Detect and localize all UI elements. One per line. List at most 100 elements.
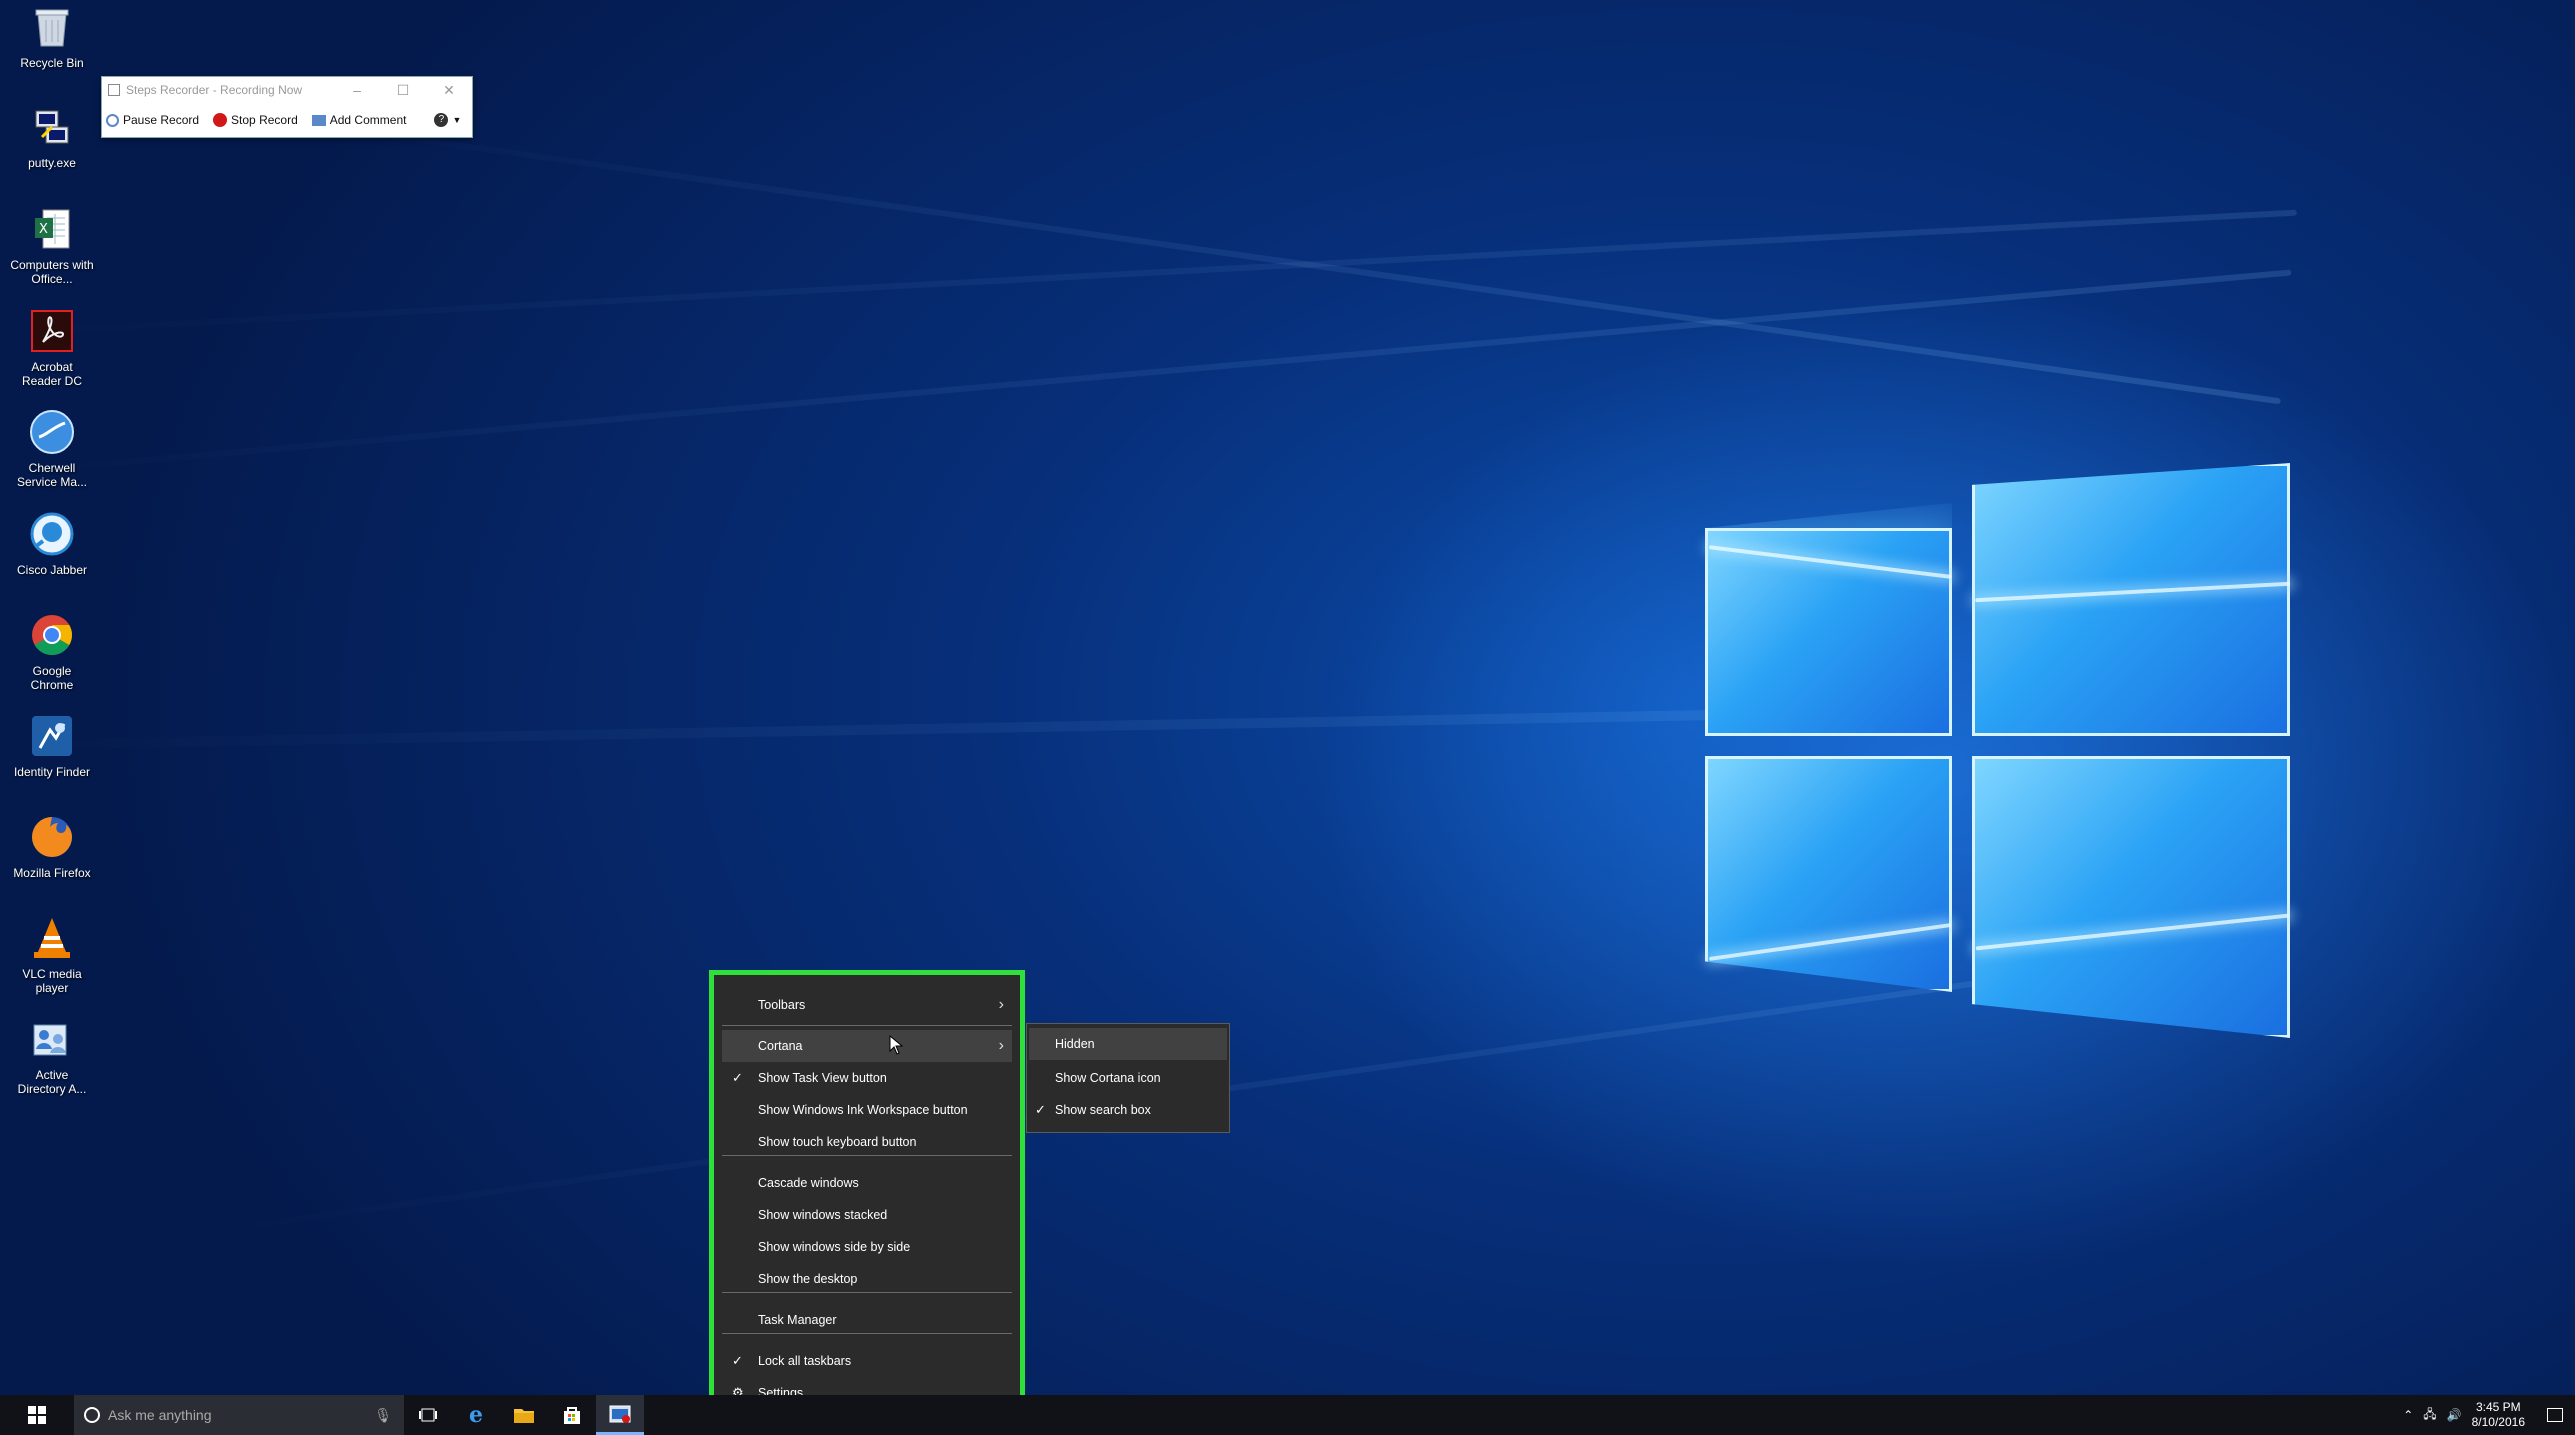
menu-item-cortana-hidden[interactable]: Hidden — [1029, 1028, 1227, 1060]
menu-item-label: Show Cortana icon — [1055, 1071, 1161, 1085]
taskbar-file-explorer[interactable] — [500, 1395, 548, 1435]
taskbar-context-menu: Toolbars › Cortana › ✓ Show Task View bu… — [709, 970, 1025, 1412]
windows-start-icon — [28, 1406, 46, 1424]
desktop-icon-label: Computers with Office... — [10, 258, 94, 286]
steps-recorder-window[interactable]: Steps Recorder - Recording Now – ☐ ✕ Pau… — [101, 76, 473, 138]
desktop-icon-recycle-bin[interactable]: Recycle Bin — [10, 2, 94, 70]
search-placeholder: Ask me anything — [108, 1407, 212, 1423]
desktop-icon-excel[interactable]: X Computers with Office... — [10, 204, 94, 286]
menu-item-lock-taskbars[interactable]: ✓ Lock all taskbars — [722, 1345, 1012, 1377]
taskbar-steps-recorder[interactable] — [596, 1395, 644, 1435]
clock[interactable]: 3:45 PM 8/10/2016 — [2472, 1400, 2525, 1430]
cortana-search-box[interactable]: Ask me anything 🎙 — [74, 1395, 404, 1435]
desktop-icon-firefox[interactable]: Mozilla Firefox — [10, 812, 94, 880]
help-button[interactable]: ? ▼ — [434, 113, 461, 127]
network-icon[interactable]: 🖧 — [2423, 1405, 2436, 1426]
light-ray — [0, 269, 2292, 476]
desktop-icon-jabber[interactable]: Cisco Jabber — [10, 509, 94, 577]
light-ray — [199, 937, 2280, 1236]
cherwell-icon — [27, 407, 77, 457]
add-comment-button[interactable]: Add Comment — [311, 113, 406, 127]
desktop-icon-label: Cisco Jabber — [16, 563, 88, 577]
task-view-icon — [419, 1408, 437, 1422]
menu-item-label: Cascade windows — [758, 1176, 859, 1190]
menu-item-task-manager[interactable]: Task Manager — [722, 1304, 1012, 1336]
menu-item-label: Toolbars — [758, 998, 806, 1012]
checkmark-icon: ✓ — [732, 1353, 743, 1368]
task-view-button[interactable] — [404, 1395, 452, 1435]
clock-time: 3:45 PM — [2475, 1400, 2521, 1414]
desktop-icon-acrobat[interactable]: Acrobat Reader DC — [10, 306, 94, 388]
menu-item-label: Show the desktop — [758, 1272, 858, 1286]
desktop[interactable]: Recycle Bin putty.exe X Computers with O… — [0, 0, 2575, 1435]
menu-item-label: Show Task View button — [758, 1071, 887, 1085]
acrobat-icon — [27, 306, 77, 356]
firefox-icon — [27, 812, 77, 862]
menu-item-label: Hidden — [1055, 1037, 1095, 1051]
menu-item-cascade-windows[interactable]: Cascade windows — [722, 1167, 1012, 1199]
desktop-icon-identity-finder[interactable]: Identity Finder — [10, 711, 94, 779]
taskbar-edge[interactable]: e — [452, 1395, 500, 1435]
menu-item-show-ink-workspace[interactable]: Show Windows Ink Workspace button — [722, 1094, 1012, 1126]
taskbar-store[interactable] — [548, 1395, 596, 1435]
desktop-icon-label: Identity Finder — [13, 765, 91, 779]
desktop-icon-active-directory[interactable]: Active Directory A... — [10, 1014, 94, 1096]
desktop-icon-cherwell[interactable]: Cherwell Service Ma... — [10, 407, 94, 489]
close-icon[interactable]: ✕ — [426, 82, 472, 99]
clock-date: 8/10/2016 — [2471, 1415, 2525, 1429]
comment-icon — [311, 114, 326, 126]
pause-record-button[interactable]: Pause Record — [106, 113, 199, 127]
desktop-icon-chrome[interactable]: Google Chrome — [10, 610, 94, 692]
steps-recorder-titlebar[interactable]: Steps Recorder - Recording Now – ☐ ✕ — [102, 77, 472, 103]
steps-recorder-app-icon — [108, 84, 120, 96]
desktop-icon-label: Acrobat Reader DC — [21, 360, 83, 388]
cortana-submenu: Hidden Show Cortana icon ✓ Show search b… — [1026, 1023, 1230, 1133]
chevron-right-icon: › — [998, 996, 1004, 1013]
mouse-cursor-icon — [889, 1034, 904, 1059]
menu-item-label: Show Windows Ink Workspace button — [758, 1103, 968, 1117]
light-ray — [0, 209, 2298, 336]
taskbar[interactable]: Ask me anything 🎙 e ⌃ 🖧 🔊 3:45 PM 8/10/2… — [0, 1395, 2575, 1435]
menu-item-windows-side-by-side[interactable]: Show windows side by side — [722, 1231, 1012, 1263]
steps-recorder-title: Steps Recorder - Recording Now — [126, 83, 303, 97]
menu-item-show-search-box[interactable]: ✓ Show search box — [1029, 1094, 1227, 1126]
minimize-icon[interactable]: – — [334, 82, 380, 99]
desktop-icon-label: putty.exe — [28, 156, 76, 170]
stop-record-icon — [213, 113, 228, 127]
menu-item-show-task-view[interactable]: ✓ Show Task View button — [722, 1062, 1012, 1094]
stop-record-button[interactable]: Stop Record — [213, 113, 298, 127]
menu-item-windows-stacked[interactable]: Show windows stacked — [722, 1199, 1012, 1231]
desktop-icon-vlc[interactable]: VLC media player — [10, 913, 94, 995]
desktop-icon-label: Recycle Bin — [20, 56, 84, 70]
desktop-icon-label: Google Chrome — [30, 664, 74, 692]
menu-separator — [722, 1333, 1012, 1334]
menu-item-label: Show windows side by side — [758, 1240, 911, 1254]
maximize-icon[interactable]: ☐ — [380, 82, 426, 99]
action-center-icon[interactable] — [2547, 1408, 2563, 1422]
menu-separator — [722, 1292, 1012, 1293]
pause-icon — [106, 113, 119, 127]
menu-item-label: Show windows stacked — [758, 1208, 888, 1222]
volume-icon[interactable]: 🔊 — [2447, 1408, 2462, 1422]
excel-icon: X — [27, 204, 77, 254]
chevron-right-icon: › — [998, 1037, 1004, 1054]
menu-item-cortana[interactable]: Cortana › — [722, 1030, 1012, 1062]
menu-item-show-desktop[interactable]: Show the desktop — [722, 1263, 1012, 1295]
menu-item-label: Lock all taskbars — [758, 1354, 852, 1368]
steps-recorder-toolbar: Pause Record Stop Record Add Comment ? ▼ — [102, 103, 472, 137]
chevron-up-icon[interactable]: ⌃ — [2403, 1408, 2413, 1422]
active-directory-icon — [27, 1014, 77, 1064]
vlc-icon — [27, 913, 77, 963]
desktop-icon-label: VLC media player — [22, 967, 82, 995]
menu-item-label: Cortana — [758, 1039, 803, 1053]
microphone-icon[interactable]: 🎙 — [374, 1407, 392, 1424]
system-tray: ⌃ 🖧 🔊 3:45 PM 8/10/2016 — [2403, 1400, 2575, 1430]
desktop-icon-putty[interactable]: putty.exe — [10, 102, 94, 170]
menu-item-show-cortana-icon[interactable]: Show Cortana icon — [1029, 1062, 1227, 1094]
svg-text:X: X — [39, 222, 48, 237]
start-button[interactable] — [0, 1395, 74, 1435]
menu-separator — [722, 1155, 1012, 1156]
menu-item-show-touch-keyboard[interactable]: Show touch keyboard button — [722, 1126, 1012, 1158]
menu-item-toolbars[interactable]: Toolbars › — [722, 989, 1012, 1021]
help-dropdown-icon: ▼ — [452, 115, 462, 125]
